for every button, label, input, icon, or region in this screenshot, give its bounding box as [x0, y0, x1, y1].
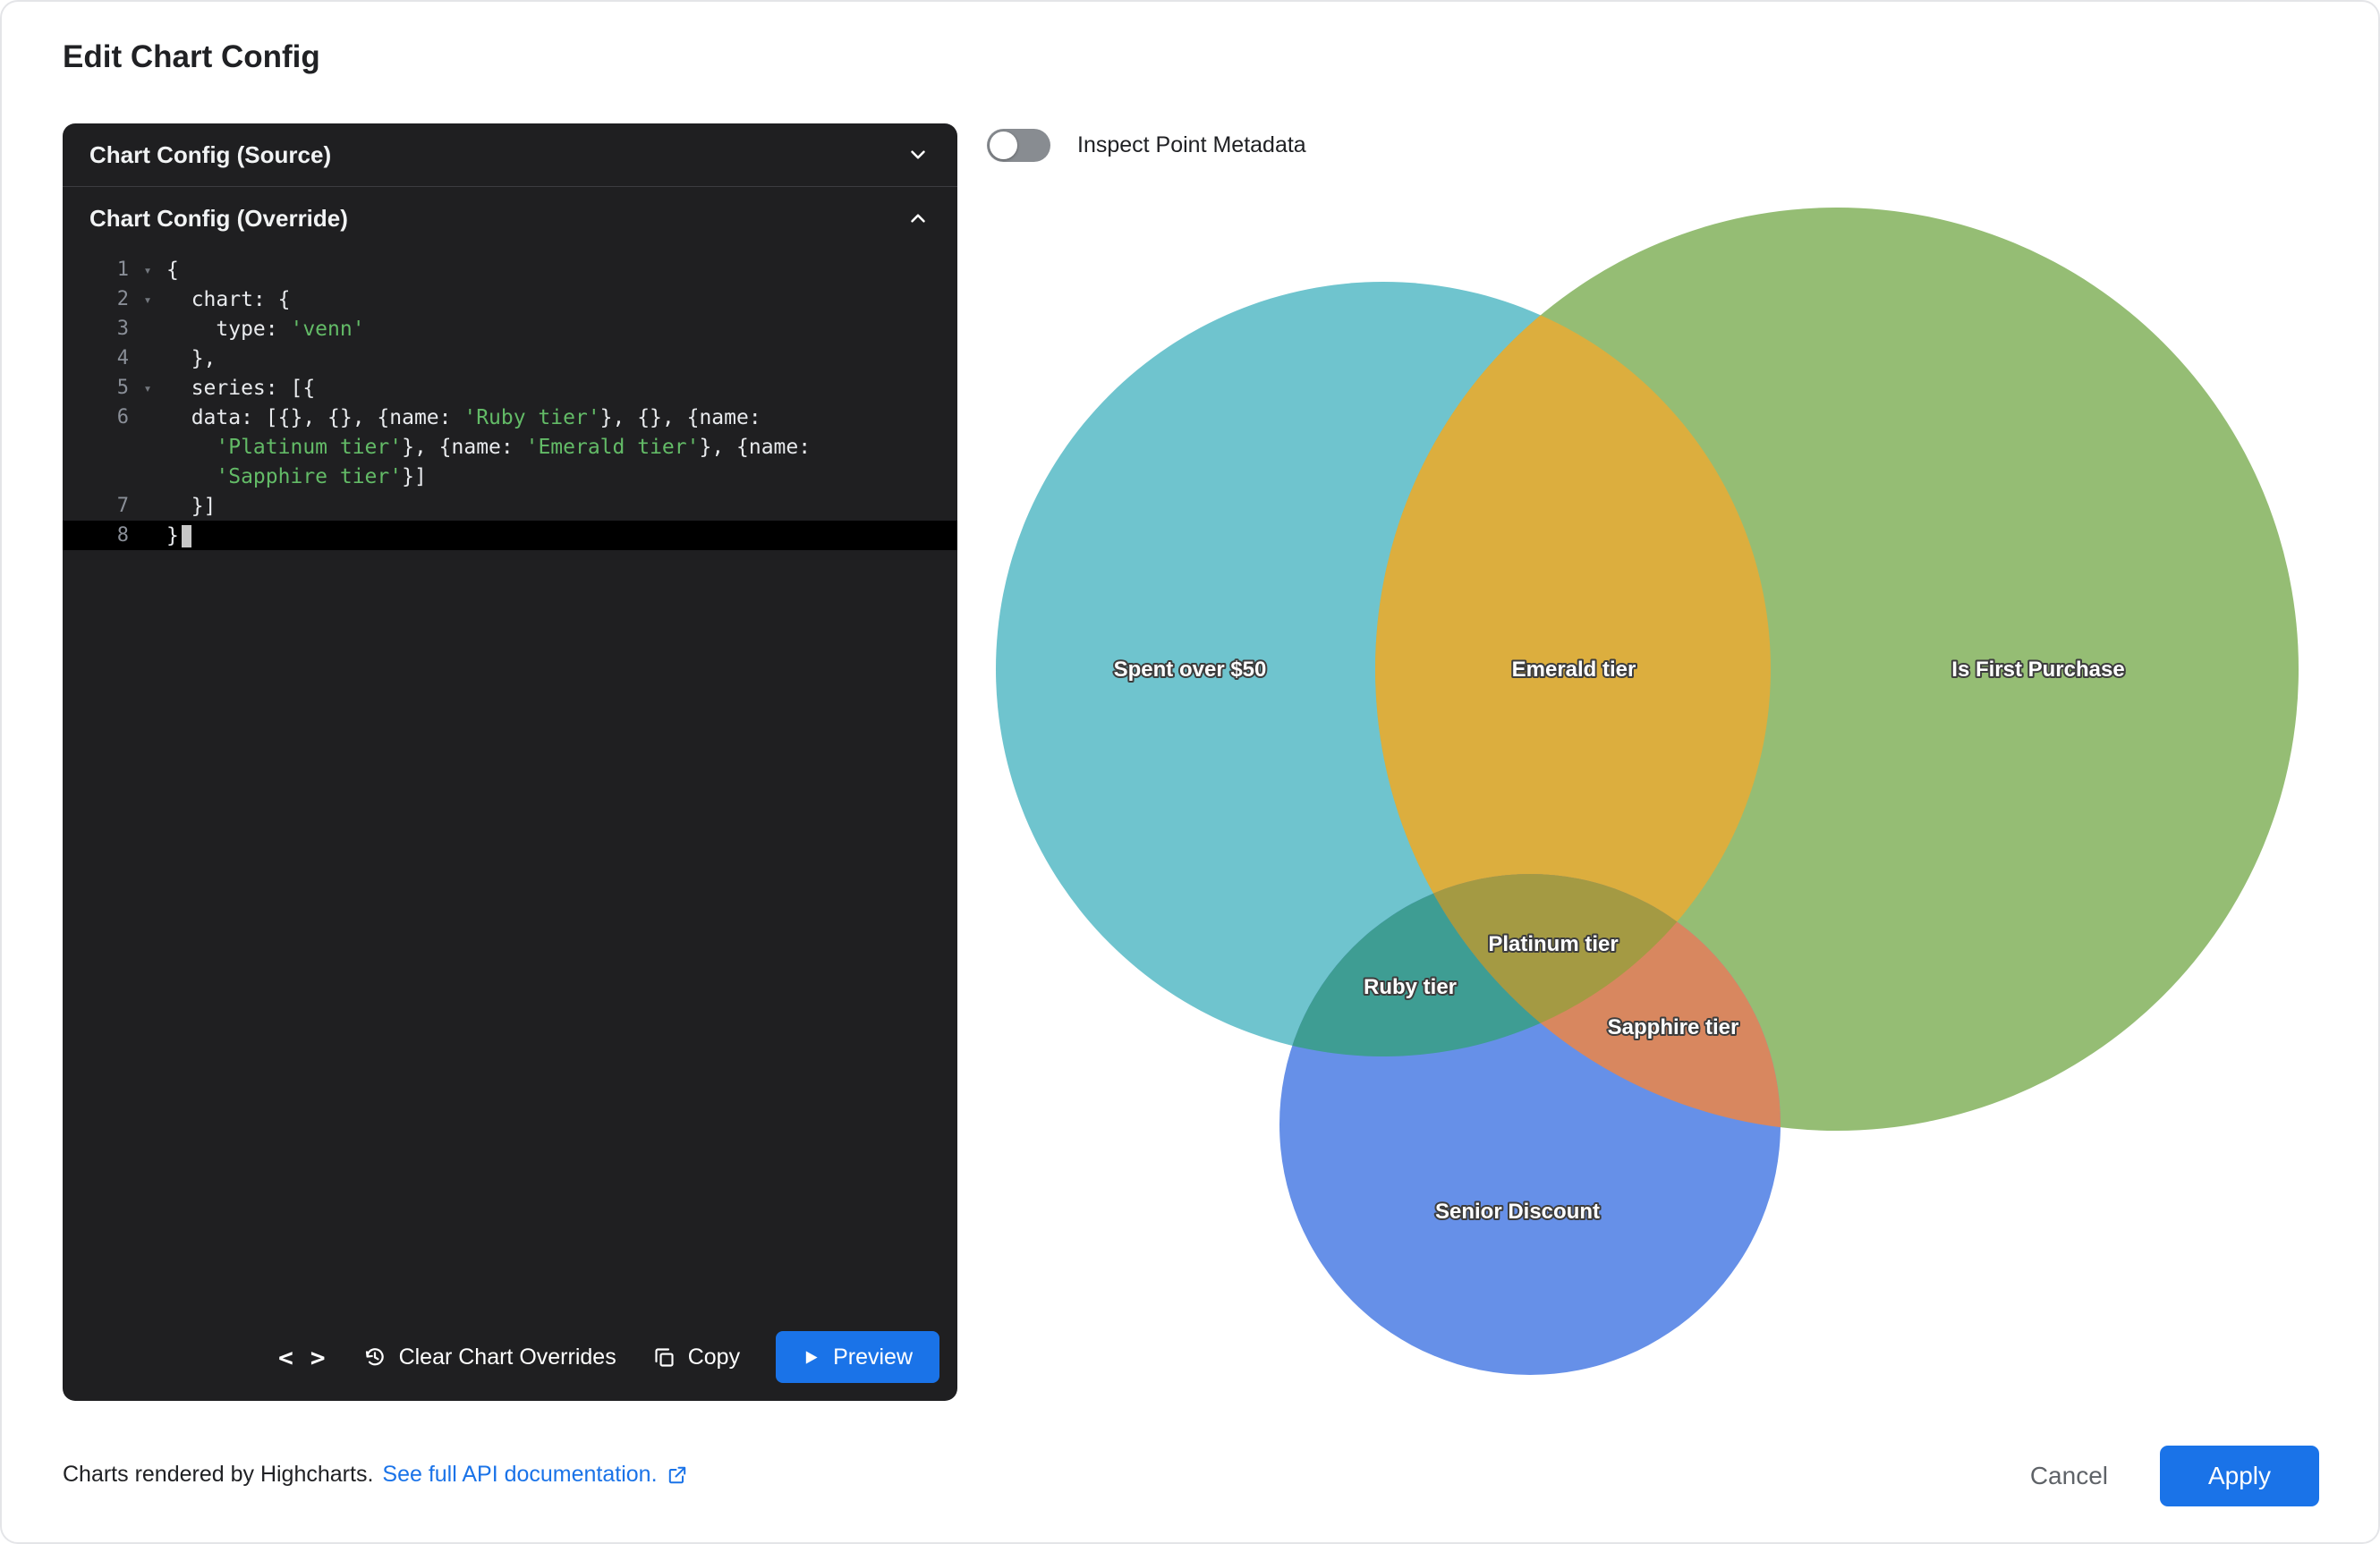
code-line-5[interactable]: 5▾ series: [{ — [63, 373, 957, 403]
code-line-wrap[interactable]: 'Platinum tier'}, {name: 'Emerald tier'}… — [63, 432, 957, 462]
chart-config-editor-panel: Chart Config (Source) Chart Config (Over… — [63, 123, 957, 1401]
code-line-1[interactable]: 1▾{ — [63, 255, 957, 284]
fold-arrow-icon[interactable]: ▾ — [129, 262, 166, 278]
fold-arrow-icon[interactable]: ▾ — [129, 292, 166, 308]
code-text: type: 'venn' — [166, 318, 365, 341]
venn-label-senior-discount: Senior Discount — [1435, 1200, 1600, 1224]
editor-toolbar: < > Clear Chart Overrides Copy Preview — [63, 1313, 957, 1401]
code-text: }, — [166, 347, 216, 370]
line-number: 1 — [63, 259, 129, 281]
code-text: data: [{}, {}, {name: 'Ruby tier'}, {}, … — [166, 406, 761, 429]
line-number: 7 — [63, 495, 129, 517]
code-line-8[interactable]: 8} — [63, 521, 957, 550]
highcharts-credit-text: Charts rendered by Highcharts. — [63, 1462, 373, 1488]
clear-chart-overrides-label: Clear Chart Overrides — [399, 1345, 616, 1370]
venn-label-sapphire-tier: Sapphire tier — [1608, 1015, 1739, 1039]
play-icon — [803, 1349, 820, 1366]
fold-arrow-icon[interactable]: ▾ — [129, 380, 166, 396]
preview-label: Preview — [833, 1345, 913, 1370]
venn-set-spent[interactable] — [996, 282, 1771, 1056]
preview-button[interactable]: Preview — [776, 1331, 939, 1383]
venn-label-spent-over-$50: Spent over $50 — [1114, 657, 1267, 682]
code-text: series: [{ — [166, 377, 315, 400]
external-link-icon — [667, 1464, 688, 1486]
code-text: 'Platinum tier'}, {name: 'Emerald tier'}… — [166, 436, 811, 459]
code-line-3[interactable]: 3 type: 'venn' — [63, 314, 957, 344]
line-number: 2 — [63, 288, 129, 310]
chart-config-source-title: Chart Config (Source) — [89, 141, 331, 169]
venn-label-platinum-tier: Platinum tier — [1488, 932, 1618, 956]
edit-chart-config-dialog: Edit Chart Config Chart Config (Source) … — [0, 0, 2380, 1544]
copy-label: Copy — [688, 1345, 740, 1370]
code-line-4[interactable]: 4 }, — [63, 344, 957, 373]
venn-intersection-sapphire-tier[interactable] — [1279, 874, 1781, 1375]
line-number: 6 — [63, 406, 129, 428]
text-cursor — [182, 525, 191, 547]
chevron-down-icon[interactable] — [905, 142, 931, 167]
inspect-point-metadata-toggle[interactable] — [987, 129, 1050, 162]
venn-label-emerald-tier: Emerald tier — [1512, 657, 1636, 682]
venn-set-senior[interactable] — [1279, 874, 1781, 1375]
code-line-wrap[interactable]: 'Sapphire tier'}] — [63, 462, 957, 491]
code-text: }] — [166, 495, 216, 518]
clear-chart-overrides-button[interactable]: Clear Chart Overrides — [362, 1345, 616, 1370]
code-text: chart: { — [166, 288, 290, 311]
venn-intersection-ruby-tier[interactable] — [1279, 874, 1781, 1375]
code-view-icon[interactable]: < > — [278, 1343, 327, 1372]
toggle-knob — [990, 131, 1017, 159]
footer-actions: Cancel Apply — [2030, 1446, 2319, 1506]
line-number: 4 — [63, 347, 129, 369]
code-line-2[interactable]: 2▾ chart: { — [63, 284, 957, 314]
footer-credit: Charts rendered by Highcharts. See full … — [63, 1462, 688, 1488]
code-line-7[interactable]: 7 }] — [63, 491, 957, 521]
history-icon — [362, 1345, 387, 1370]
chevron-up-icon[interactable] — [905, 206, 931, 231]
chart-config-override-header[interactable]: Chart Config (Override) — [63, 187, 957, 250]
line-number: 3 — [63, 318, 129, 340]
code-line-6[interactable]: 6 data: [{}, {}, {name: 'Ruby tier'}, {}… — [63, 403, 957, 432]
code-text: } — [166, 524, 191, 547]
venn-label-is-first-purchase: Is First Purchase — [1951, 657, 2124, 682]
copy-button[interactable]: Copy — [652, 1345, 740, 1370]
venn-label-ruby-tier: Ruby tier — [1364, 975, 1457, 999]
page-title: Edit Chart Config — [63, 39, 320, 75]
api-documentation-link-label: See full API documentation. — [382, 1462, 657, 1488]
apply-button[interactable]: Apply — [2160, 1446, 2319, 1506]
inspect-point-metadata-label: Inspect Point Metadata — [1077, 132, 1306, 158]
venn-set-first[interactable] — [1375, 208, 2299, 1131]
inspect-point-metadata-row: Inspect Point Metadata — [987, 129, 1306, 162]
cancel-button[interactable]: Cancel — [2030, 1462, 2108, 1490]
copy-icon — [652, 1345, 676, 1370]
venn-intersection-emerald-tier[interactable] — [1375, 208, 2299, 1131]
code-text: { — [166, 259, 179, 282]
api-documentation-link[interactable]: See full API documentation. — [382, 1462, 687, 1488]
code-editor[interactable]: 1▾{2▾ chart: {3 type: 'venn'4 },5▾ serie… — [63, 250, 957, 550]
line-number: 5 — [63, 377, 129, 399]
venn-intersection-platinum-tier[interactable] — [1279, 874, 1781, 1375]
chart-config-source-header[interactable]: Chart Config (Source) — [63, 123, 957, 186]
line-number: 8 — [63, 524, 129, 547]
code-text: 'Sapphire tier'}] — [166, 465, 427, 488]
chart-config-override-title: Chart Config (Override) — [89, 205, 348, 233]
